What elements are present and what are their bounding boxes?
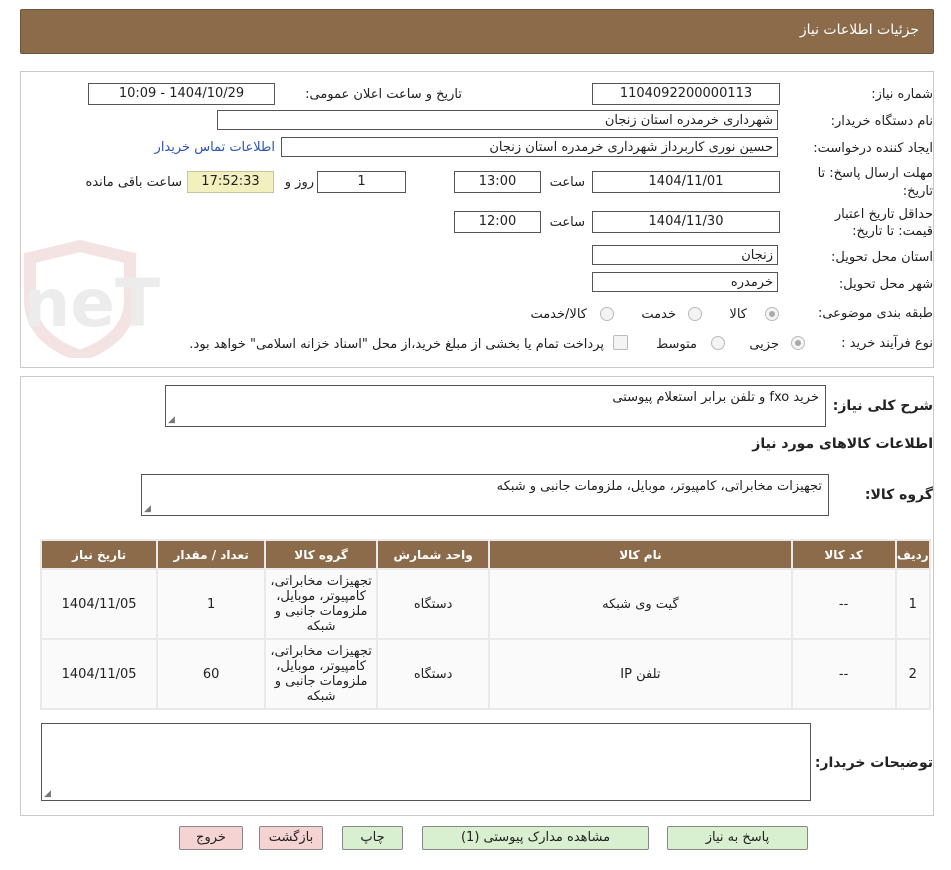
need-description-text: خرید fxo و تلفن برابر استعلام پیوستی [612, 390, 819, 405]
buyer-org-label: نام دستگاه خریدار: [830, 114, 933, 129]
category-both-radio[interactable] [600, 307, 614, 321]
buyer-contact-link[interactable]: اطلاعات تماس خریدار [155, 140, 275, 155]
buyer-notes-field: ◢ [41, 723, 811, 801]
deadline-hour-label: ساعت [549, 175, 585, 190]
goods-group-text: تجهیزات مخابراتی، کامپیوتر، موبایل، ملزو… [496, 479, 822, 494]
items-table: ردیف کد کالا نام کالا واحد شمارش گروه کا… [40, 539, 931, 710]
col-code: کد کالا [792, 541, 895, 568]
need-number-field: 1104092200000113 [592, 83, 780, 105]
creator-field: حسین نوری کاربرداز شهرداری خرمدره استان … [281, 137, 778, 157]
province-field: زنجان [592, 245, 778, 265]
city-label: شهر محل تحویل: [838, 277, 933, 292]
remaining-timer: 17:52:33 [187, 171, 274, 193]
buyer-org-field: شهرداری خرمدره استان زنجان [217, 110, 778, 130]
validity-label-2: قیمت: تا تاریخ: [852, 224, 933, 239]
buyer-notes-label: توضیحات خریدار: [814, 755, 933, 771]
col-group: گروه کالا [266, 541, 377, 568]
page-header: جزئیات اطلاعات نیاز [20, 9, 934, 54]
validity-date-field: 1404/11/30 [592, 211, 780, 233]
col-quantity: تعداد / مقدار [158, 541, 265, 568]
cell-code: -- [792, 640, 895, 708]
deadline-label: مهلت ارسال پاسخ: تا [817, 166, 933, 181]
deadline-date-field: 1404/11/01 [592, 171, 780, 193]
col-need-date: تاریخ نیاز [42, 541, 157, 568]
city-field: خرمدره [592, 272, 778, 292]
need-description-field: خرید fxo و تلفن برابر استعلام پیوستی ◢ [165, 385, 826, 427]
page-title: جزئیات اطلاعات نیاز [799, 22, 919, 38]
announce-label: تاریخ و ساعت اعلان عمومی: [305, 87, 462, 102]
category-goods-label: کالا [729, 307, 747, 322]
cell-code: -- [792, 570, 895, 638]
need-description-label: شرح کلی نیاز: [832, 398, 933, 414]
treasury-payment-checkbox[interactable] [613, 335, 628, 350]
cell-name: تلفن IP [490, 640, 791, 708]
creator-label: ایجاد کننده درخواست: [813, 141, 933, 156]
category-both-label: کالا/خدمت [530, 307, 587, 322]
process-minor-radio[interactable] [791, 336, 805, 350]
exit-button[interactable]: خروج [179, 826, 243, 850]
cell-group: تجهیزات مخابراتی، کامپیوتر، موبایل، ملزو… [266, 570, 377, 638]
goods-group-label: گروه کالا: [864, 487, 933, 503]
print-button[interactable]: چاپ [342, 826, 403, 850]
process-medium-radio[interactable] [711, 336, 725, 350]
validity-time-field: 12:00 [454, 211, 541, 233]
cell-quantity: 1 [158, 570, 265, 638]
cell-row: 1 [896, 570, 929, 638]
cell-quantity: 60 [158, 640, 265, 708]
process-label: نوع فرآیند خرید : [841, 336, 933, 351]
resize-grip-icon[interactable]: ◢ [144, 504, 151, 514]
cell-unit: دستگاه [378, 570, 489, 638]
category-goods-radio[interactable] [765, 307, 779, 321]
province-label: استان محل تحویل: [831, 250, 933, 265]
goods-info-title: اطلاعات کالاهای مورد نیاز [752, 436, 933, 452]
process-minor-label: جزیی [749, 337, 779, 352]
respond-button[interactable]: پاسخ به نیاز [667, 826, 808, 850]
view-attachments-button[interactable]: مشاهده مدارک پیوستی (1) [422, 826, 649, 850]
days-field: 1 [317, 171, 406, 193]
category-service-radio[interactable] [688, 307, 702, 321]
goods-group-field: تجهیزات مخابراتی، کامپیوتر، موبایل، ملزو… [141, 474, 829, 516]
payment-note: پرداخت تمام یا بخشی از مبلغ خرید،از محل … [189, 337, 604, 352]
back-button[interactable]: بازگشت [259, 826, 323, 850]
table-row: 1 -- گیت وی شبکه دستگاه تجهیزات مخابراتی… [42, 570, 929, 638]
validity-hour-label: ساعت [549, 215, 585, 230]
category-label: طبقه بندی موضوعی: [817, 306, 933, 321]
announce-date-field: 1404/10/29 - 10:09 [88, 83, 275, 105]
need-number-label: شماره نیاز: [871, 87, 933, 102]
days-label: روز و [284, 175, 314, 190]
cell-row: 2 [896, 640, 929, 708]
process-medium-label: متوسط [656, 337, 697, 352]
cell-group: تجهیزات مخابراتی، کامپیوتر، موبایل، ملزو… [266, 640, 377, 708]
col-name: نام کالا [490, 541, 791, 568]
resize-grip-icon[interactable]: ◢ [168, 415, 175, 425]
validity-label: حداقل تاریخ اعتبار [834, 207, 933, 222]
deadline-label-2: تاریخ: [902, 184, 933, 199]
remaining-label: ساعت باقی مانده [85, 175, 182, 190]
cell-need-date: 1404/11/05 [42, 570, 157, 638]
col-unit: واحد شمارش [378, 541, 489, 568]
deadline-time-field: 13:00 [454, 171, 541, 193]
resize-grip-icon[interactable]: ◢ [44, 789, 51, 799]
col-row: ردیف [896, 541, 929, 568]
cell-need-date: 1404/11/05 [42, 640, 157, 708]
cell-name: گیت وی شبکه [490, 570, 791, 638]
table-row: 2 -- تلفن IP دستگاه تجهیزات مخابراتی، کا… [42, 640, 929, 708]
table-header-row: ردیف کد کالا نام کالا واحد شمارش گروه کا… [42, 541, 929, 568]
cell-unit: دستگاه [378, 640, 489, 708]
category-service-label: خدمت [641, 307, 676, 322]
